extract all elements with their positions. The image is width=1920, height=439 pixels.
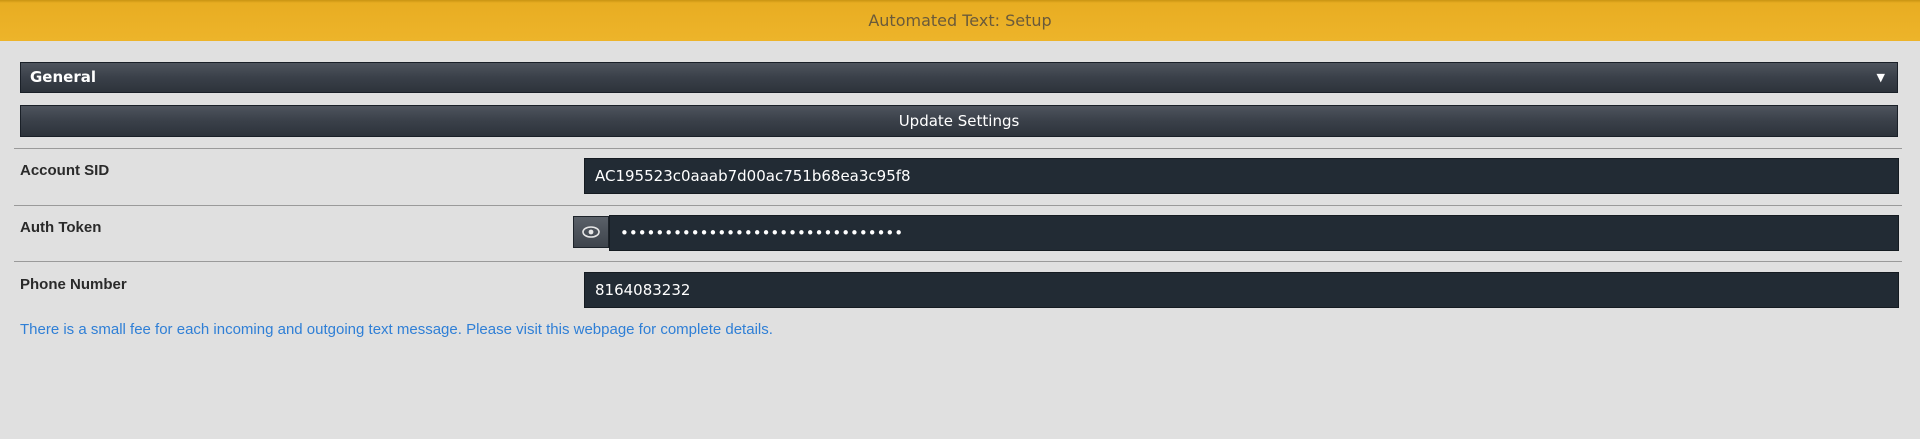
divider: [14, 261, 1902, 262]
category-select-value: General: [30, 68, 96, 86]
caret-down-icon: ▼: [1876, 71, 1885, 84]
divider: [14, 148, 1902, 149]
account-sid-label: Account SID: [20, 162, 110, 179]
phone-number-label: Phone Number: [20, 276, 127, 293]
divider: [14, 205, 1902, 206]
account-sid-input[interactable]: AC195523c0aaab7d00ac751b68ea3c95f8: [584, 158, 1899, 194]
auth-token-input[interactable]: ••••••••••••••••••••••••••••••••: [609, 215, 1899, 251]
phone-number-input[interactable]: 8164083232: [584, 272, 1899, 308]
category-select[interactable]: General ▼: [20, 62, 1898, 93]
setup-page: Automated Text: Setup General ▼ Update S…: [0, 0, 1920, 439]
fee-details-link[interactable]: There is a small fee for each incoming a…: [20, 321, 773, 338]
eye-icon: [582, 226, 600, 238]
auth-token-label: Auth Token: [20, 219, 102, 236]
show-password-button[interactable]: [573, 216, 609, 248]
update-settings-button[interactable]: Update Settings: [20, 105, 1898, 137]
page-title: Automated Text: Setup: [0, 0, 1920, 41]
